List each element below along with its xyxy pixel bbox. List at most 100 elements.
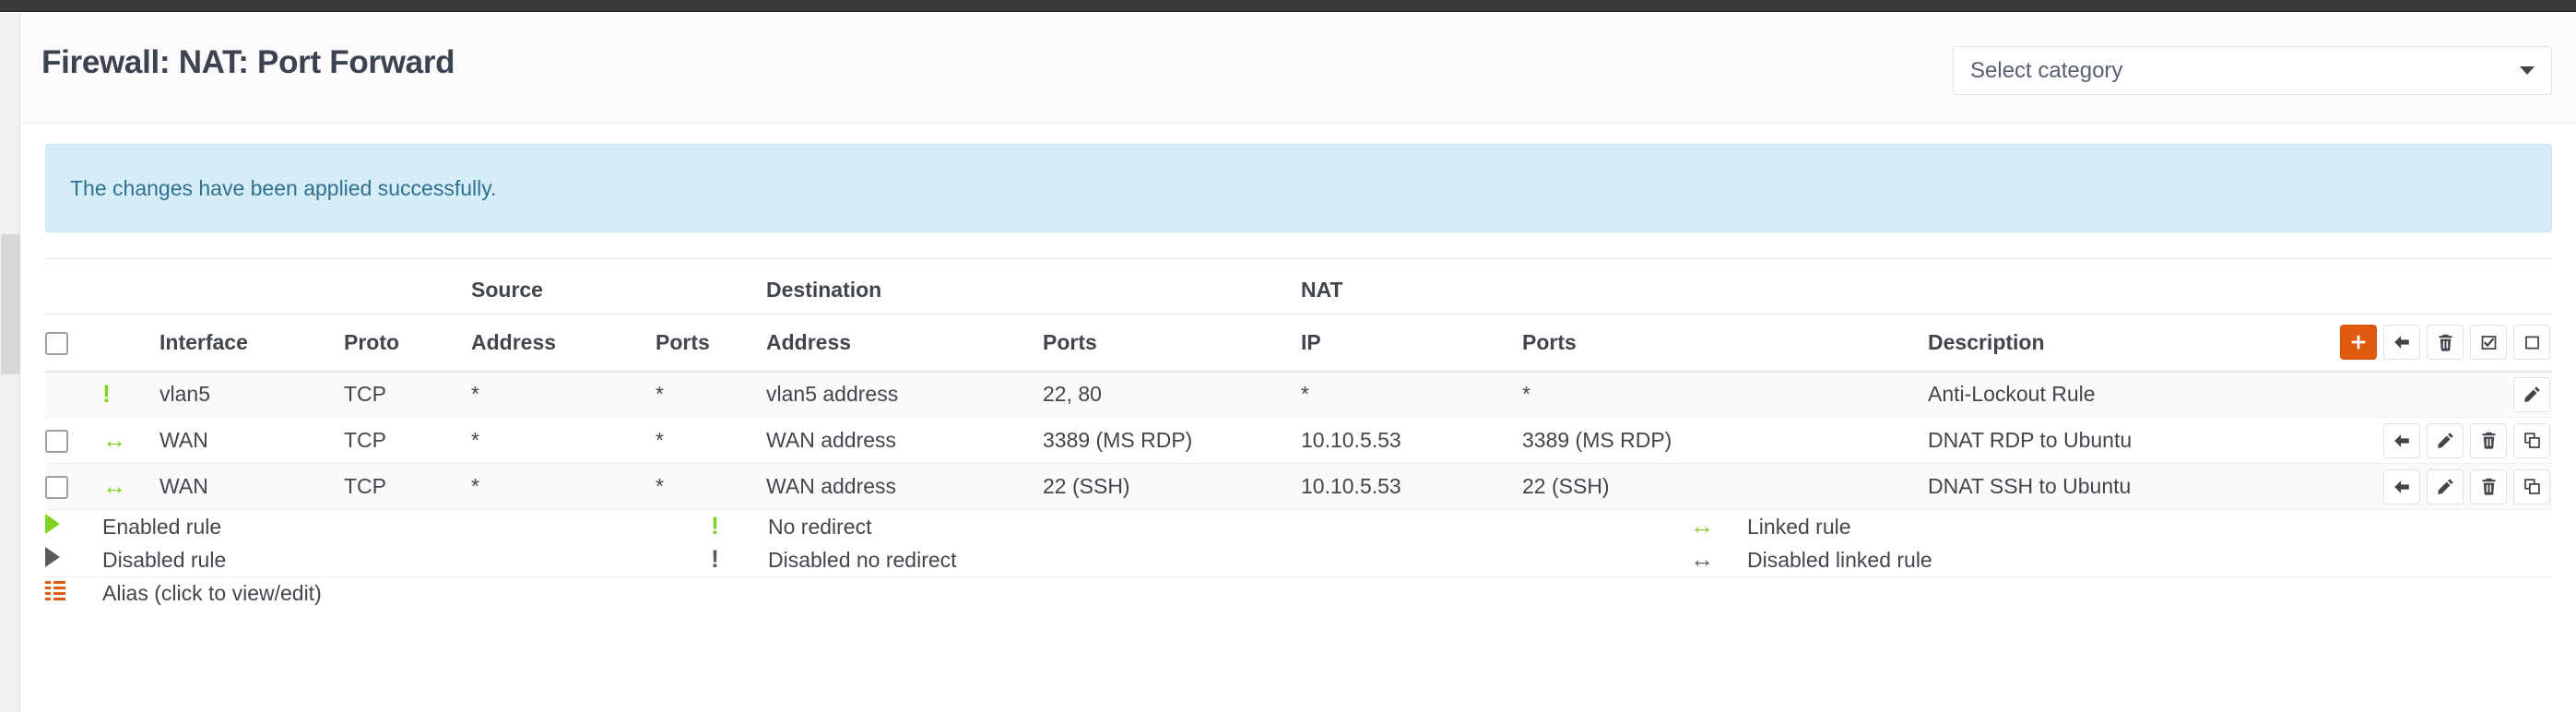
page-scrollbar-thumb[interactable] [1,234,19,374]
legend-label: Disabled rule [102,547,227,572]
cell-dest-ports: 22, 80 [1043,371,1301,418]
cell-interface: vlan5 [160,371,344,418]
group-header-nat: NAT [1301,258,1522,314]
table-row[interactable]: ! vlan5 TCP * * vlan5 address 22, 80 * * Anti-Loc… [45,371,2552,418]
column-header-proto: Proto [344,314,471,373]
delete-selected-button[interactable] [2427,325,2464,361]
alias-list-icon [45,580,65,601]
select-all-checkbox-cell [45,314,102,373]
legend-label: Enabled rule [102,514,222,539]
column-header-status [102,314,160,373]
cell-dest-address: WAN address [766,463,1043,510]
cell-dest-ports: 3389 (MS RDP) [1043,417,1301,464]
empty-box-icon [2523,333,2542,352]
legend-label: Disabled no redirect [768,547,957,572]
cell-source-ports: * [656,417,766,464]
cell-description: DNAT RDP to Ubuntu [1928,417,2278,464]
edit-rule-button[interactable] [2427,469,2464,504]
column-header-dest-ports: Ports [1043,314,1301,373]
alert-message: The changes have been applied successful… [70,175,497,200]
cell-interface: WAN [160,463,344,510]
legend-alias-row: Alias (click to view/edit) [45,576,2552,611]
legend-alias-label[interactable]: Alias (click to view/edit) [102,577,2552,611]
row-checkbox[interactable] [45,476,68,500]
row-select-cell [45,371,102,418]
group-spacer-check [45,258,102,314]
group-spacer-natports [1522,258,1928,314]
cell-nat-ip: * [1301,371,1522,418]
chevron-down-icon [2520,66,2535,75]
copy-rule-button[interactable] [2513,469,2550,504]
arrow-left-icon [2392,477,2412,497]
table-row[interactable]: ↔ WAN TCP * * WAN address 22 (SSH) 10.10.5.53 22… [45,463,2552,510]
legend-row: Disabled rule! Disabled no redirect ↔ Disab… [45,543,2552,576]
legend-icon-cell: ! [711,543,768,576]
copy-rule-button[interactable] [2513,422,2550,458]
edit-rule-button[interactable] [2513,376,2550,412]
move-rule-button[interactable] [2383,422,2420,458]
linked-rule-icon: ↔ [102,471,126,500]
cell-nat-ip: 10.10.5.53 [1301,463,1522,510]
group-spacer-proto [344,258,471,314]
cell-proto: TCP [344,417,471,464]
table-column-header-row: Interface Proto Address Ports Address Po… [45,314,2552,373]
trash-icon [2436,333,2455,352]
page-scrollbar[interactable] [0,13,20,712]
select-all-checkbox[interactable] [45,331,68,355]
linked-rule-icon: ↔ [102,425,126,454]
nat-rules-body: ! vlan5 TCP * * vlan5 address 22, 80 * * Anti-Loc… [45,371,2552,510]
category-select-value: Select category [1970,57,2123,83]
arrow-left-icon [2392,431,2412,451]
edit-rule-button[interactable] [2427,422,2464,458]
legend-alias-table: Alias (click to view/edit) [45,576,2552,611]
add-rule-bottom-button[interactable] [2340,325,2377,361]
delete-rule-button[interactable] [2470,422,2507,458]
column-header-actions [2278,314,2552,373]
legend-label: No redirect [768,514,872,539]
cell-row-actions [2278,417,2552,464]
legend-container: Enabled rule! No redirect ↔ Linked rule Disa… [21,510,2576,611]
cell-nat-ports: 3389 (MS RDP) [1522,417,1928,464]
toggle-selected-button[interactable] [2470,325,2507,361]
linked-rule-icon: ↔ [1690,545,1714,573]
cell-row-actions [2278,463,2552,510]
column-header-nat-ports: Ports [1522,314,1928,373]
exclamation-icon: ! [711,512,719,540]
legend-icon-cell: ↔ [1690,543,1747,576]
table-row[interactable]: ↔ WAN TCP * * WAN address 3389 (MS RDP) 10.10.5… [45,417,2552,464]
cell-row-actions [2278,371,2552,418]
no-redirect-icon: ! [102,379,111,408]
cell-source-ports: * [656,463,766,510]
exclamation-icon: ! [711,545,719,573]
row-checkbox[interactable] [45,430,68,454]
cell-source-address: * [471,371,656,418]
cell-nat-ports: 22 (SSH) [1522,463,1928,510]
column-header-nat-ip: IP [1301,314,1522,373]
legend-body: Enabled rule! No redirect ↔ Linked rule Disa… [45,510,2552,576]
alert-container: The changes have been applied successful… [21,124,2576,232]
trash-icon [2479,477,2499,496]
linked-rule-icon: ↔ [1690,512,1714,540]
legend-row: Enabled rule! No redirect ↔ Linked rule [45,510,2552,543]
row-select-cell [45,417,102,464]
select-all-button[interactable] [2513,325,2550,361]
page-title: Firewall: NAT: Port Forward [41,44,455,80]
nat-rules-table: Source Destination NAT Interface Proto A… [45,258,2552,510]
checked-box-icon [2479,333,2499,352]
cell-interface: WAN [160,417,344,464]
column-header-description: Description [1928,314,2278,373]
category-select[interactable]: Select category [1953,46,2552,95]
group-spacer-sports [656,258,766,314]
group-spacer-desc [1928,258,2278,314]
delete-rule-button[interactable] [2470,469,2507,504]
add-rule-top-button[interactable] [2383,325,2420,361]
group-spacer-dports [1043,258,1301,314]
copy-icon [2523,477,2542,496]
group-spacer-status [102,258,160,314]
cell-proto: TCP [344,371,471,418]
cell-dest-address: WAN address [766,417,1043,464]
row-select-cell [45,463,102,510]
group-header-destination: Destination [766,258,1043,314]
move-rule-button[interactable] [2383,469,2420,504]
page-content: Firewall: NAT: Port Forward Select categ… [21,13,2576,712]
